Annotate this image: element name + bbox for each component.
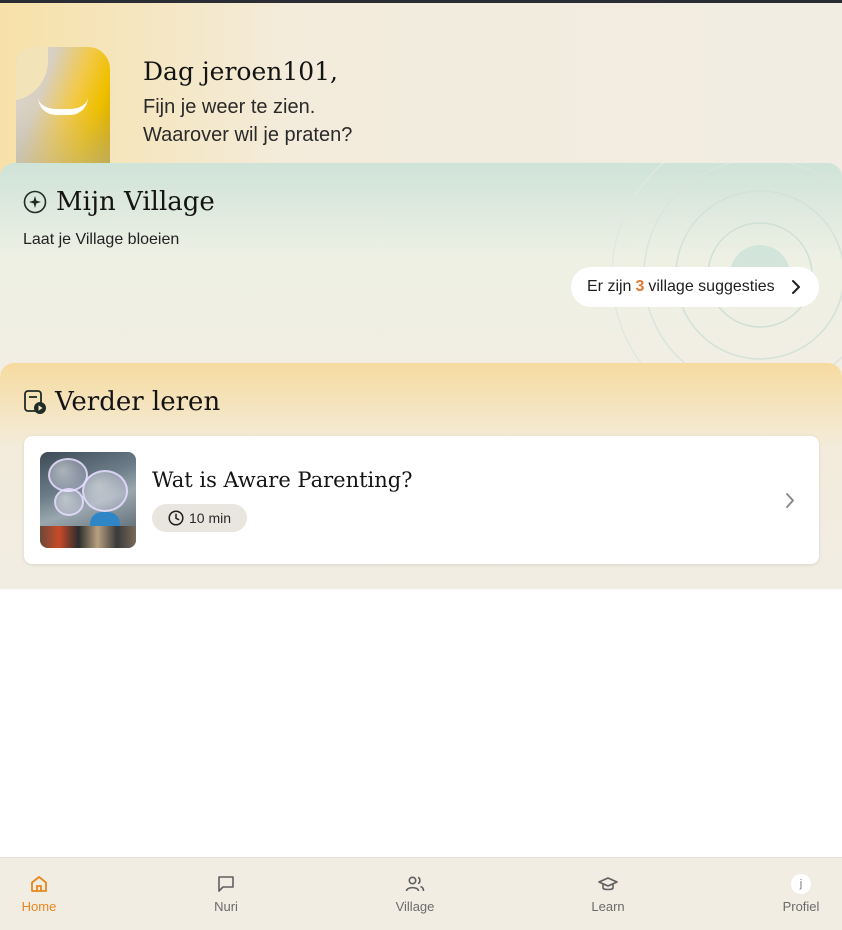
chevron-right-icon (792, 280, 800, 294)
clock-icon (168, 510, 184, 526)
village-suggestions-button[interactable]: Er zijn 3 village suggesties (571, 267, 819, 307)
nav-label-profiel: Profiel (782, 899, 820, 914)
bottom-navigation: Home Nuri Village Learn j Profiel (0, 857, 842, 930)
nav-label-learn: Learn (591, 899, 625, 914)
suggestions-prefix: Er zijn (587, 278, 632, 295)
greeting-title: Dag jeroen101, (143, 57, 339, 86)
course-duration-text: 10 min (189, 510, 232, 526)
nav-learn[interactable]: Learn (568, 858, 648, 930)
nav-nuri[interactable]: Nuri (186, 858, 266, 930)
nav-label-village: Village (395, 899, 435, 914)
nav-label-home: Home (21, 899, 57, 914)
course-thumbnail (40, 452, 136, 548)
nav-home[interactable]: Home (0, 858, 79, 930)
greeting-header: Dag jeroen101, Fijn je weer te zien. Waa… (0, 3, 842, 178)
graduation-cap-icon (598, 877, 618, 891)
village-header: Mijn Village (23, 187, 215, 217)
learn-section: Verder leren Wat is Aware Parenting? 10 … (0, 363, 842, 589)
suggestions-suffix: village suggesties (648, 278, 775, 295)
village-title: Mijn Village (56, 187, 215, 217)
village-subtitle: Laat je Village bloeien (23, 231, 180, 248)
course-card[interactable]: Wat is Aware Parenting? 10 min (24, 436, 819, 564)
nav-label-nuri: Nuri (214, 899, 238, 914)
home-icon (31, 876, 47, 892)
nuri-mascot-image (16, 47, 110, 167)
greeting-subtitle-2: Waarover wil je praten? (143, 124, 353, 146)
course-title: Wat is Aware Parenting? (152, 468, 413, 492)
sparkle-icon (23, 190, 47, 214)
users-icon (405, 876, 425, 892)
avatar: j (791, 874, 811, 894)
nav-village[interactable]: Village (375, 858, 455, 930)
course-duration-badge: 10 min (152, 504, 248, 532)
chat-icon (218, 876, 234, 892)
greeting-subtitle-1: Fijn je weer te zien. (143, 96, 316, 118)
video-lesson-icon (24, 390, 46, 414)
chevron-right-icon (786, 493, 794, 508)
village-section: Mijn Village Laat je Village bloeien Er … (0, 163, 842, 373)
suggestions-count: 3 (635, 278, 645, 295)
learn-title: Verder leren (55, 387, 221, 417)
nav-profiel[interactable]: j Profiel (761, 858, 841, 930)
learn-header: Verder leren (23, 387, 220, 417)
